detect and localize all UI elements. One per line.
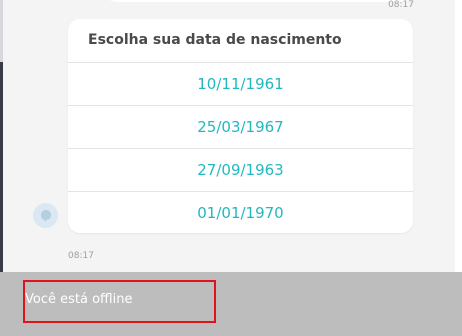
date-picker-card: Escolha sua data de nascimento 10/11/196… xyxy=(68,19,413,233)
date-option-1[interactable]: 10/11/1961 xyxy=(68,62,413,105)
offline-status-text: Você está offline xyxy=(25,292,133,307)
message-timestamp-bottom: 08:17 xyxy=(68,251,94,261)
date-option-4[interactable]: 01/01/1970 xyxy=(68,191,413,233)
previous-message-bubble xyxy=(103,0,413,2)
right-edge xyxy=(455,0,462,272)
chat-bubble-icon xyxy=(40,209,51,222)
date-picker-title: Escolha sua data de nascimento xyxy=(88,32,342,48)
date-option-3[interactable]: 27/09/1963 xyxy=(68,148,413,191)
message-timestamp-top: 08:17 xyxy=(388,0,414,10)
bot-avatar xyxy=(33,203,58,228)
date-option-2[interactable]: 25/03/1967 xyxy=(68,105,413,148)
